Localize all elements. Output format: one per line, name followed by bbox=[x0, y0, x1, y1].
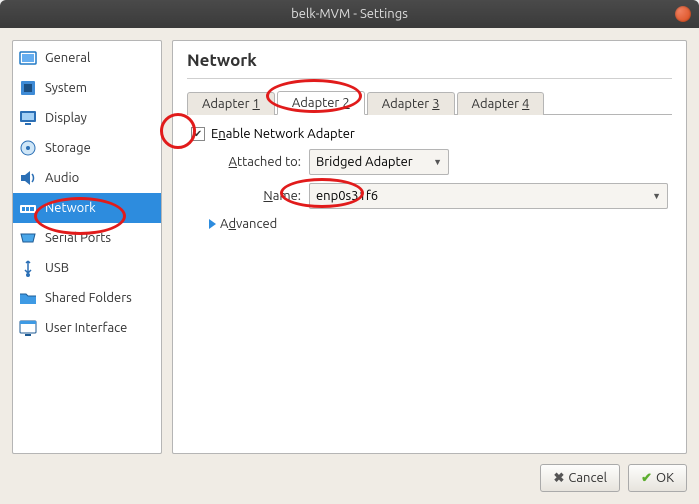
sidebar-item-label: System bbox=[45, 81, 87, 95]
tab-adapter-3[interactable]: Adapter 3 bbox=[367, 92, 455, 115]
audio-icon bbox=[19, 169, 37, 187]
settings-content-panel: Network Adapter 1 Adapter 2 Adapter 3 Ad… bbox=[172, 40, 687, 454]
window-title: belk-MVM - Settings bbox=[291, 7, 408, 21]
sidebar-item-label: User Interface bbox=[45, 321, 127, 335]
sidebar-item-label: Audio bbox=[45, 171, 79, 185]
usb-icon bbox=[19, 259, 37, 277]
sidebar-item-label: Serial Ports bbox=[45, 231, 111, 245]
cancel-icon: ✖ bbox=[553, 471, 564, 486]
network-icon bbox=[19, 199, 37, 217]
storage-icon bbox=[19, 139, 37, 157]
sidebar-item-shared-folders[interactable]: Shared Folders bbox=[13, 283, 161, 313]
display-icon bbox=[19, 109, 37, 127]
page-title: Network bbox=[187, 51, 672, 70]
system-icon bbox=[19, 79, 37, 97]
ok-button[interactable]: ✔ OK bbox=[628, 464, 687, 492]
enable-adapter-checkbox[interactable]: ✔ bbox=[191, 127, 205, 141]
shared-folders-icon bbox=[19, 289, 37, 307]
sidebar-item-label: Display bbox=[45, 111, 87, 125]
attached-to-label: Attached to: bbox=[191, 155, 301, 169]
tab-adapter-4[interactable]: Adapter 4 bbox=[457, 92, 545, 115]
sidebar-item-label: General bbox=[45, 51, 90, 65]
close-button[interactable] bbox=[675, 6, 691, 22]
sidebar-item-usb[interactable]: USB bbox=[13, 253, 161, 283]
enable-adapter-label: Enable Network Adapter bbox=[211, 127, 355, 141]
chevron-down-icon: ▼ bbox=[433, 157, 442, 167]
ok-icon: ✔ bbox=[641, 471, 652, 486]
sidebar-item-storage[interactable]: Storage bbox=[13, 133, 161, 163]
sidebar-item-display[interactable]: Display bbox=[13, 103, 161, 133]
chevron-down-icon: ▼ bbox=[652, 191, 661, 201]
sidebar-item-serial-ports[interactable]: Serial Ports bbox=[13, 223, 161, 253]
sidebar-item-label: Network bbox=[45, 201, 96, 215]
sidebar-item-label: Shared Folders bbox=[45, 291, 132, 305]
sidebar-item-audio[interactable]: Audio bbox=[13, 163, 161, 193]
window-titlebar: belk-MVM - Settings bbox=[0, 0, 699, 28]
cancel-label: Cancel bbox=[568, 471, 607, 485]
triangle-right-icon bbox=[209, 219, 216, 229]
dialog-button-row: ✖ Cancel ✔ OK bbox=[12, 454, 687, 492]
sidebar-item-label: USB bbox=[45, 261, 69, 275]
attached-to-value: Bridged Adapter bbox=[316, 155, 413, 169]
advanced-toggle[interactable]: Advanced bbox=[209, 217, 668, 231]
settings-sidebar: General System Display Storage Audio Net… bbox=[12, 40, 162, 454]
adapter-tabs: Adapter 1 Adapter 2 Adapter 3 Adapter 4 bbox=[187, 87, 672, 115]
attached-to-select[interactable]: Bridged Adapter ▼ bbox=[309, 149, 449, 175]
name-value: enp0s31f6 bbox=[316, 189, 378, 203]
general-icon bbox=[19, 49, 37, 67]
cancel-button[interactable]: ✖ Cancel bbox=[540, 464, 620, 492]
sidebar-item-user-interface[interactable]: User Interface bbox=[13, 313, 161, 343]
ok-label: OK bbox=[656, 471, 674, 485]
sidebar-item-general[interactable]: General bbox=[13, 43, 161, 73]
sidebar-item-network[interactable]: Network bbox=[13, 193, 161, 223]
sidebar-item-system[interactable]: System bbox=[13, 73, 161, 103]
user-interface-icon bbox=[19, 319, 37, 337]
tab-adapter-1[interactable]: Adapter 1 bbox=[187, 92, 275, 115]
advanced-label: Advanced bbox=[220, 217, 277, 231]
name-label: Name: bbox=[191, 189, 301, 203]
sidebar-item-label: Storage bbox=[45, 141, 91, 155]
tab-adapter-2[interactable]: Adapter 2 bbox=[277, 91, 365, 115]
separator bbox=[187, 78, 672, 79]
serial-ports-icon bbox=[19, 229, 37, 247]
name-select[interactable]: enp0s31f6 ▼ bbox=[309, 183, 668, 209]
